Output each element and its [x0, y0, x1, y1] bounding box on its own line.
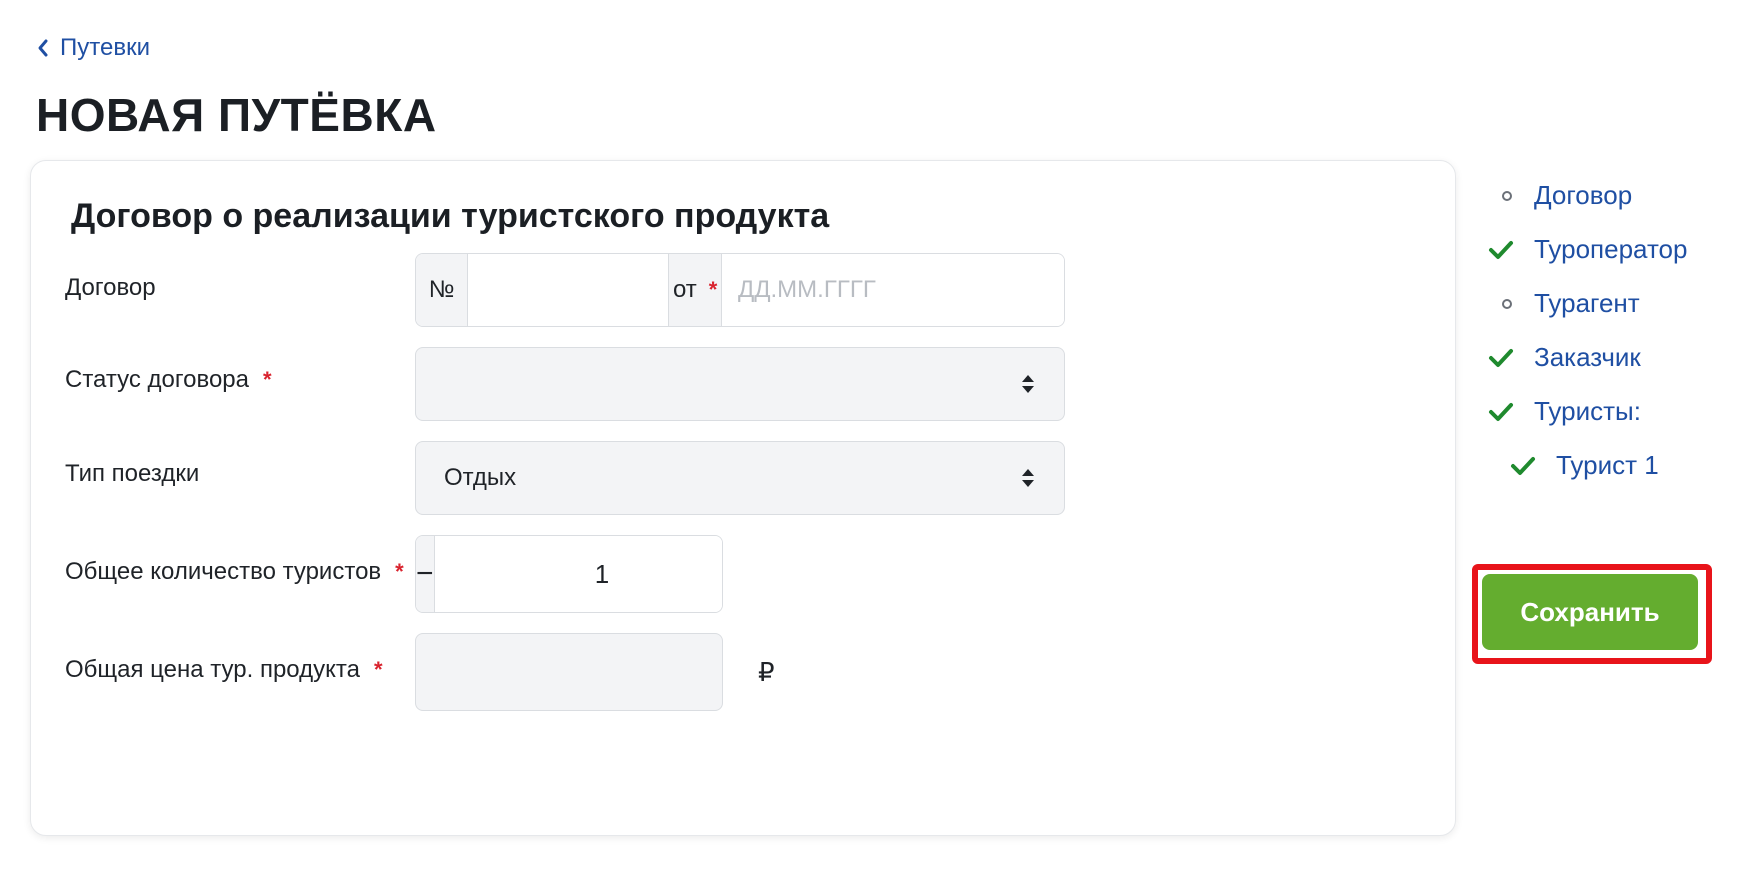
nav-item-customer[interactable]: Заказчик: [1488, 342, 1641, 373]
trip-type-select[interactable]: Отдых: [415, 441, 1065, 515]
back-link-label: Путевки: [60, 34, 150, 61]
nav-item-label: Договор: [1534, 180, 1633, 210]
check-icon: [1489, 402, 1513, 421]
contract-number-prefix: №: [416, 254, 469, 326]
nav-item-contract[interactable]: Договор: [1488, 180, 1632, 211]
contract-date-prefix-text: от: [672, 276, 697, 303]
nav-item-tourist-1[interactable]: Турист 1: [1510, 450, 1659, 481]
nav-item-label: Заказчик: [1534, 342, 1641, 372]
nav-item-tourists[interactable]: Туристы:: [1488, 396, 1641, 427]
status-select[interactable]: [415, 347, 1065, 421]
nav-item-label: Турагент: [1534, 288, 1640, 318]
chevron-left-icon: [38, 39, 48, 57]
page: Путевки НОВАЯ ПУТЁВКА Договор о реализац…: [0, 0, 1756, 896]
decrement-button[interactable]: −: [416, 536, 435, 612]
contract-date-input[interactable]: [722, 254, 1064, 326]
status-label: Статус договора *: [65, 365, 272, 395]
contract-number-input[interactable]: [468, 254, 669, 326]
ruble-icon: ₽: [758, 656, 775, 687]
required-mark: *: [708, 277, 718, 302]
contract-label-text: Договор: [65, 274, 156, 301]
nav-item-label: Туристы:: [1534, 396, 1641, 426]
trip-type-label: Тип поездки: [65, 459, 199, 489]
form-title: Договор о реализации туристского продукт…: [71, 197, 830, 235]
required-mark: *: [373, 657, 383, 682]
sort-arrows-icon: [1022, 469, 1034, 487]
back-link[interactable]: Путевки: [36, 34, 150, 62]
tourists-count-input[interactable]: [434, 536, 722, 612]
contract-input-group: № от *: [415, 253, 1065, 327]
nav-item-touroperator[interactable]: Туроператор: [1488, 234, 1687, 265]
circle-icon: [1502, 190, 1512, 201]
trip-type-select-value: Отдых: [444, 464, 517, 491]
circle-icon: [1502, 298, 1512, 309]
nav-item-label: Турист 1: [1556, 450, 1659, 480]
price-input[interactable]: [416, 634, 758, 710]
trip-type-label-text: Тип поездки: [65, 460, 200, 487]
page-title: НОВАЯ ПУТЁВКА: [36, 89, 437, 141]
tourists-count-label: Общее количество туристов *: [65, 557, 404, 587]
price-label-text: Общая цена тур. продукта: [65, 656, 360, 683]
status-label-text: Статус договора: [65, 366, 249, 393]
required-mark: *: [395, 559, 404, 584]
sort-arrows-icon: [1022, 375, 1034, 393]
check-icon: [1489, 348, 1513, 367]
check-icon: [1511, 456, 1535, 475]
nav-item-touragent[interactable]: Турагент: [1488, 288, 1640, 319]
contract-date-prefix: от *: [668, 254, 722, 326]
tourists-count-label-text: Общее количество туристов: [65, 558, 382, 585]
contract-form-card: Договор о реализации туристского продукт…: [30, 160, 1456, 836]
save-button[interactable]: Сохранить: [1482, 574, 1698, 650]
price-input-group: ₽: [415, 633, 775, 711]
price-label: Общая цена тур. продукта *: [65, 655, 383, 685]
nav-item-label: Туроператор: [1534, 234, 1688, 264]
required-mark: *: [262, 367, 272, 392]
contract-label: Договор: [65, 273, 156, 303]
check-icon: [1489, 240, 1513, 259]
tourists-count-stepper: − +: [415, 535, 723, 613]
